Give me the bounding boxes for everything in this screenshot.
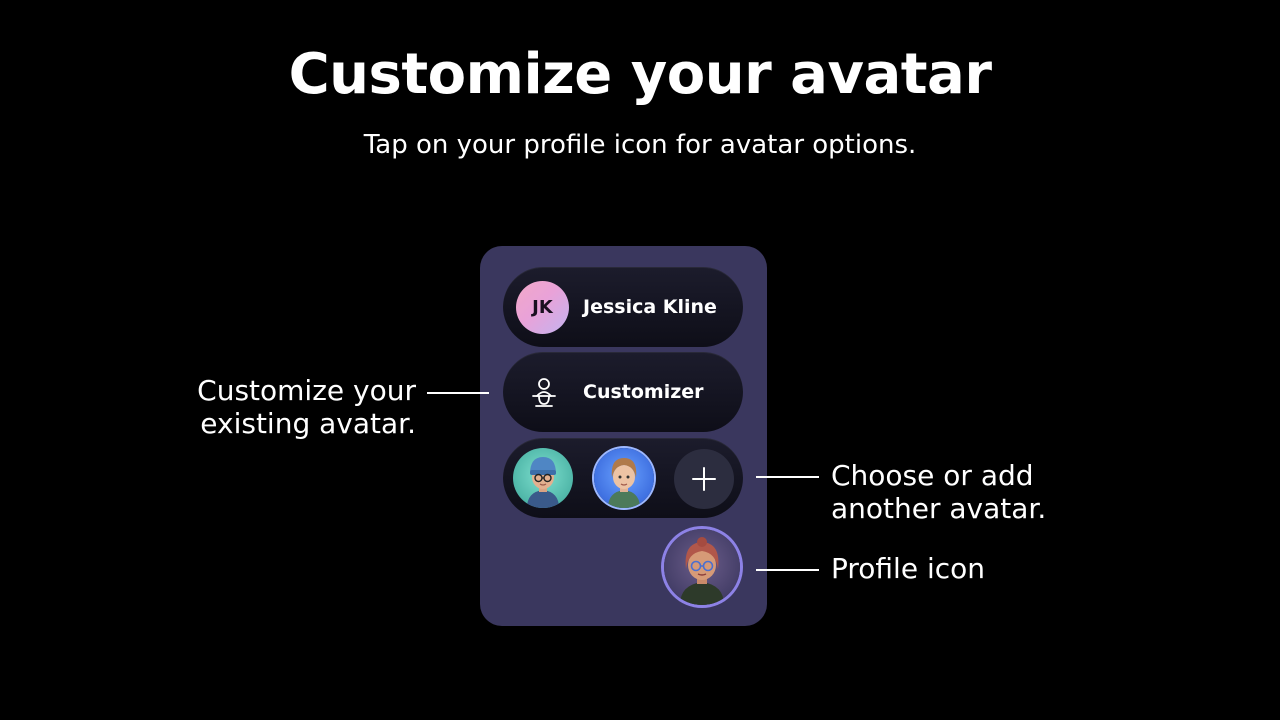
avatar-beanie-portrait — [527, 457, 559, 508]
customize-callout-line1: Customize your — [197, 374, 416, 407]
avatar-figure-icon — [532, 378, 556, 407]
user-account-button[interactable]: JK Jessica Kline — [503, 267, 743, 347]
customize-callout-line — [427, 392, 489, 394]
user-name-label: Jessica Kline — [583, 296, 717, 318]
profile-icon-button[interactable] — [664, 529, 740, 605]
page-title: Customize your avatar — [288, 42, 992, 107]
page-subtitle: Tap on your profile icon for avatar opti… — [363, 130, 917, 160]
avatar-switcher — [503, 438, 743, 518]
avatar-option-2[interactable] — [594, 448, 654, 508]
customize-callout-line2: existing avatar. — [200, 407, 416, 440]
choose-callout-line1: Choose or add — [831, 459, 1034, 492]
profile-callout-line — [756, 569, 819, 571]
avatar-menu-panel: JK Jessica Kline Customizer — [480, 246, 767, 626]
choose-callout: Choose or add another avatar. — [831, 459, 1131, 525]
choose-callout-line — [756, 476, 819, 478]
plus-icon — [692, 467, 716, 491]
add-avatar-button[interactable] — [674, 449, 734, 509]
customizer-label: Customizer — [583, 381, 704, 403]
avatar-portrait — [680, 537, 724, 605]
customizer-button[interactable]: Customizer — [503, 352, 743, 432]
avatar-option-1[interactable] — [513, 448, 573, 508]
choose-callout-line2: another avatar. — [831, 492, 1047, 525]
avatar-hair-portrait — [608, 458, 640, 508]
profile-callout: Profile icon — [831, 552, 986, 585]
customize-callout: Customize your existing avatar. — [136, 374, 416, 440]
user-initials-avatar: JK — [516, 281, 569, 334]
